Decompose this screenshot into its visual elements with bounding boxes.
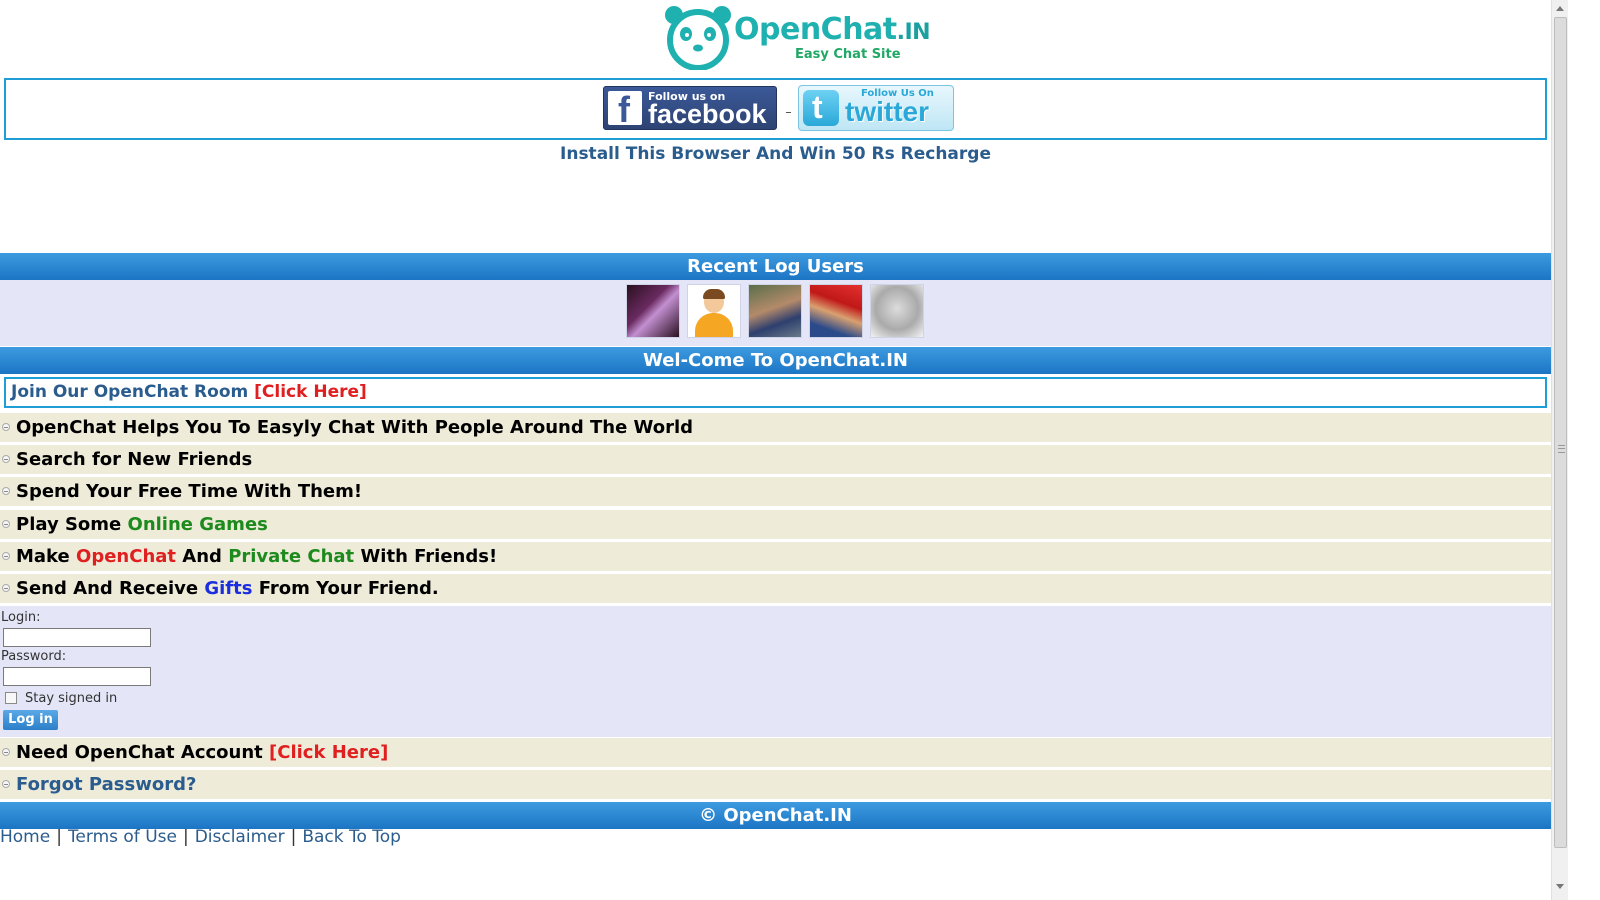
footer-link-terms[interactable]: Terms of Use	[68, 827, 177, 847]
bullet-icon	[2, 584, 10, 592]
feature-text: With Friends!	[354, 546, 498, 567]
stay-signed-in-label[interactable]: Stay signed in	[25, 691, 117, 706]
facebook-follow-button[interactable]: f Follow us on facebook	[603, 86, 777, 130]
bullet-icon	[2, 552, 10, 560]
join-room-link[interactable]: [Click Here]	[254, 382, 367, 402]
user-avatar[interactable]	[626, 284, 680, 338]
gifts-link[interactable]: Gifts	[204, 578, 252, 599]
welcome-header: Wel-Come To OpenChat.IN	[0, 347, 1551, 374]
openchat-link[interactable]: OpenChat	[76, 546, 176, 567]
join-room-box: Join Our OpenChat Room [Click Here]	[4, 377, 1547, 408]
user-avatar[interactable]	[748, 284, 802, 338]
join-room-text: Join Our OpenChat Room	[11, 382, 255, 402]
footer-copyright: © OpenChat.IN	[0, 802, 1551, 829]
feature-text: Send And Receive	[16, 578, 205, 599]
feature-text: And	[176, 546, 229, 567]
separator: |	[56, 827, 62, 847]
online-games-link[interactable]: Online Games	[128, 514, 268, 535]
feature-text: From Your Friend.	[252, 578, 439, 599]
login-form: Login: Password: Stay signed in Log in	[0, 606, 1551, 737]
scrollbar-thumb[interactable]	[1554, 17, 1567, 848]
user-avatar[interactable]	[809, 284, 863, 338]
account-text: Need OpenChat Account	[16, 742, 270, 763]
user-avatar[interactable]	[870, 284, 924, 338]
separator: |	[182, 827, 189, 847]
twitter-wordmark: twitter	[845, 96, 929, 127]
twitter-bird-icon: t	[803, 89, 839, 126]
register-link[interactable]: [Click Here]	[269, 742, 388, 763]
bullet-icon	[2, 780, 10, 788]
feature-row: Spend Your Free Time With Them!	[0, 477, 1551, 506]
feature-row: Send And Receive Gifts From Your Friend.	[0, 574, 1551, 603]
password-field[interactable]	[3, 667, 151, 686]
facebook-icon: f	[608, 89, 642, 130]
footer-link-disclaimer[interactable]: Disclaimer	[195, 827, 285, 847]
bullet-icon	[2, 455, 10, 463]
twitter-follow-button[interactable]: t Follow Us On twitter	[798, 85, 954, 131]
bullet-icon	[2, 748, 10, 756]
feature-text: OpenChat Helps You To Easyly Chat With P…	[16, 417, 694, 438]
password-label: Password:	[1, 649, 67, 664]
scroll-up-arrow-icon[interactable]	[1556, 6, 1564, 11]
vertical-scrollbar[interactable]	[1551, 0, 1568, 900]
feature-text: Make	[16, 546, 77, 567]
feature-text: Search for New Friends	[16, 449, 253, 470]
stay-signed-in-checkbox[interactable]	[5, 692, 17, 704]
forgot-password-link[interactable]: Forgot Password?	[16, 770, 196, 799]
bullet-icon	[2, 423, 10, 431]
user-avatar[interactable]	[687, 284, 741, 338]
private-chat-link[interactable]: Private Chat	[228, 546, 354, 567]
feature-text: Play Some	[16, 514, 128, 535]
footer-links: Home | Terms of Use | Disclaimer | Back To Top	[0, 827, 401, 847]
account-row: Need OpenChat Account [Click Here]	[0, 738, 1551, 767]
feature-row: Search for New Friends	[0, 445, 1551, 474]
separator: |	[290, 827, 297, 847]
grip-icon	[1558, 445, 1565, 453]
login-label: Login:	[1, 610, 41, 625]
recent-users-header: Recent Log Users	[0, 253, 1551, 280]
separator	[786, 112, 791, 113]
site-logo[interactable]: OpenChat.IN Easy Chat Site	[662, 4, 931, 70]
recent-users-strip	[0, 280, 1551, 346]
social-follow-box: f Follow us on facebook t Follow Us On t…	[4, 78, 1547, 140]
scroll-down-arrow-icon[interactable]	[1556, 884, 1564, 889]
facebook-wordmark: facebook	[648, 99, 767, 129]
bullet-icon	[2, 520, 10, 528]
bullet-icon	[2, 487, 10, 495]
logo-name: OpenChat.IN	[734, 12, 931, 47]
footer-link-home[interactable]: Home	[0, 827, 50, 847]
logo-tld: .IN	[896, 20, 931, 45]
feature-row: Make OpenChat And Private Chat With Frie…	[0, 542, 1551, 571]
page: OpenChat.IN Easy Chat Site f Follow us o…	[0, 0, 1551, 900]
logo-tagline: Easy Chat Site	[795, 47, 901, 62]
login-field[interactable]	[3, 628, 151, 647]
panda-face-icon	[665, 6, 731, 70]
feature-row: OpenChat Helps You To Easyly Chat With P…	[0, 413, 1551, 442]
feature-row: Play Some Online Games	[0, 510, 1551, 539]
footer-link-back-to-top[interactable]: Back To Top	[302, 827, 401, 847]
promo-link[interactable]: Install This Browser And Win 50 Rs Recha…	[0, 144, 1551, 164]
login-button[interactable]: Log in	[3, 710, 58, 730]
forgot-row: Forgot Password?	[0, 770, 1551, 799]
feature-text: Spend Your Free Time With Them!	[16, 481, 363, 502]
